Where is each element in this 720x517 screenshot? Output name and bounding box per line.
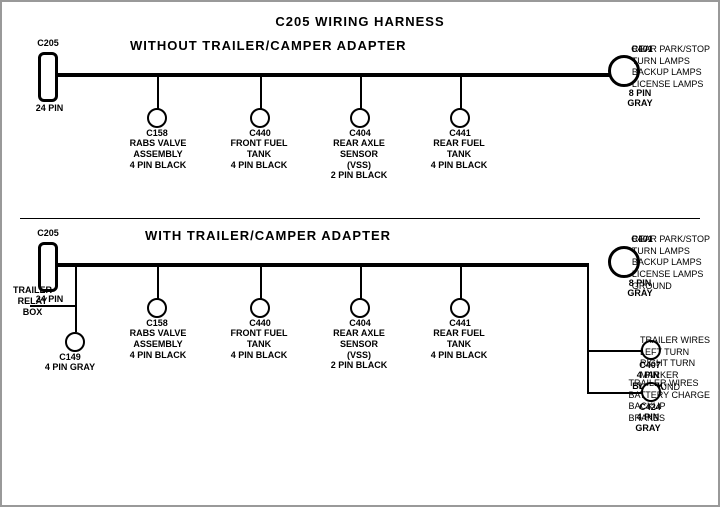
drop-c404-1 xyxy=(360,74,362,109)
c401-desc-1: REAR PARK/STOPTURN LAMPSBACKUP LAMPSLICE… xyxy=(632,44,710,91)
c158-desc-2: RABS VALVEASSEMBLY4 PIN BLACK xyxy=(118,328,198,360)
c158-circle-2 xyxy=(147,298,167,318)
c441-circle-2 xyxy=(450,298,470,318)
c205-label-2: C205 xyxy=(25,228,71,239)
drop-c440-1 xyxy=(260,74,262,109)
c158-circle-1 xyxy=(147,108,167,128)
drop-c440-2 xyxy=(260,264,262,299)
trailer-relay-label: TRAILERRELAYBOX xyxy=(0,285,65,317)
c404-circle-2 xyxy=(350,298,370,318)
drop-c404-2 xyxy=(360,264,362,299)
section1-label: WITHOUT TRAILER/CAMPER ADAPTER xyxy=(130,38,407,53)
main-wire-1 xyxy=(57,73,632,77)
c424-desc: TRAILER WIRESBATTERY CHARGEBACKUPBRAKES xyxy=(628,378,710,425)
c440-desc-2: FRONT FUELTANK4 PIN BLACK xyxy=(223,328,295,360)
c440-desc-1: FRONT FUELTANK4 PIN BLACK xyxy=(223,138,295,170)
c158-desc-1: RABS VALVEASSEMBLY4 PIN BLACK xyxy=(118,138,198,170)
right-branch-vline xyxy=(587,263,589,393)
c205-pin-1: 24 PIN xyxy=(22,103,77,114)
c205-label-1: C205 xyxy=(25,38,71,49)
wiring-diagram: C205 WIRING HARNESS WITHOUT TRAILER/CAMP… xyxy=(0,0,720,507)
section2-label: WITH TRAILER/CAMPER ADAPTER xyxy=(145,228,391,243)
drop-c158-2 xyxy=(157,264,159,299)
c149-desc: 4 PIN GRAY xyxy=(40,362,100,373)
drop-relay xyxy=(75,263,77,308)
main-wire-2 xyxy=(57,263,587,267)
drop-c149 xyxy=(75,307,77,332)
divider xyxy=(20,218,700,219)
c440-circle-1 xyxy=(250,108,270,128)
drop-c441-2 xyxy=(460,264,462,299)
c404-circle-1 xyxy=(350,108,370,128)
c401-color-1: GRAY xyxy=(615,98,665,109)
c149-circle xyxy=(65,332,85,352)
c404-desc-1: REAR AXLESENSOR(VSS)2 PIN BLACK xyxy=(323,138,395,181)
c407-hline xyxy=(587,350,642,352)
c404-desc-2: REAR AXLESENSOR(VSS)2 PIN BLACK xyxy=(323,328,395,371)
page-title: C205 WIRING HARNESS xyxy=(0,6,720,29)
c441-desc-2: REAR FUELTANK4 PIN BLACK xyxy=(423,328,495,360)
c205-connector-1 xyxy=(38,52,58,102)
drop-c158-1 xyxy=(157,74,159,109)
drop-c441-1 xyxy=(460,74,462,109)
c441-desc-1: REAR FUELTANK4 PIN BLACK xyxy=(423,138,495,170)
c440-circle-2 xyxy=(250,298,270,318)
c441-circle-1 xyxy=(450,108,470,128)
c401-desc-2: REAR PARK/STOPTURN LAMPSBACKUP LAMPSLICE… xyxy=(632,234,710,292)
